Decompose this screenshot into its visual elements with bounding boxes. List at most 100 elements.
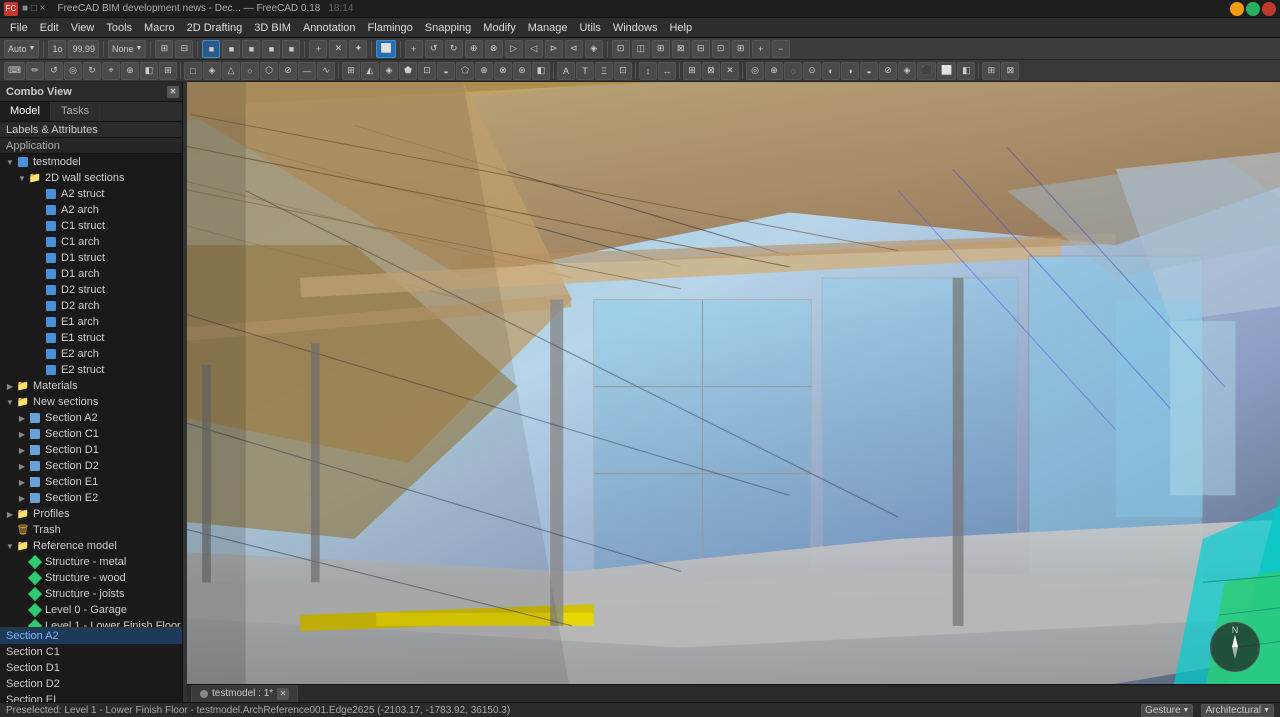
- bottom-section-d2[interactable]: Section D2: [0, 676, 182, 692]
- tree-item-struct-wood[interactable]: ▶ Structure - wood: [0, 570, 182, 586]
- tree-item-c1-arch[interactable]: ▶ C1 arch: [0, 234, 182, 250]
- tb-extra6[interactable]: ▷: [505, 40, 523, 58]
- tree-item-a2-struct[interactable]: ▶ A2 struct: [0, 186, 182, 202]
- tree-item-e1-arch[interactable]: ▶ E1 arch: [0, 314, 182, 330]
- tb-plus[interactable]: +: [309, 40, 327, 58]
- tree-item-e2-struct[interactable]: ▶ E2 struct: [0, 362, 182, 378]
- tb2-4[interactable]: ◎: [64, 62, 82, 80]
- tb-extra18[interactable]: +: [752, 40, 770, 58]
- tb-extra8[interactable]: ⊳: [545, 40, 563, 58]
- tb2-21[interactable]: ⬟: [399, 62, 417, 80]
- menu-edit[interactable]: Edit: [34, 20, 65, 36]
- maximize-btn[interactable]: [1246, 2, 1260, 16]
- tb-extra10[interactable]: ◈: [585, 40, 603, 58]
- tb2-7[interactable]: ⊕: [121, 62, 139, 80]
- tb-snap3[interactable]: ■: [242, 40, 260, 58]
- menu-utils[interactable]: Utils: [573, 20, 606, 36]
- menu-view[interactable]: View: [65, 20, 101, 36]
- tb2-39[interactable]: ⊕: [765, 62, 783, 80]
- tb2-14[interactable]: ⬡: [260, 62, 278, 80]
- tb-extra19[interactable]: −: [772, 40, 790, 58]
- tb-extra4[interactable]: ⊕: [465, 40, 483, 58]
- status-gesture-dropdown[interactable]: Gesture ▼: [1141, 704, 1194, 717]
- combo-close-btn[interactable]: ✕: [167, 86, 179, 98]
- tb2-35[interactable]: ⊞: [683, 62, 701, 80]
- tree-item-d2-struct[interactable]: ▶ D2 struct: [0, 282, 182, 298]
- tb2-46[interactable]: ◈: [898, 62, 916, 80]
- tb-star[interactable]: ✦: [349, 40, 367, 58]
- bottom-section-c1[interactable]: Section C1: [0, 644, 182, 660]
- tree-item-level0[interactable]: ▶ Level 0 - Garage: [0, 602, 182, 618]
- menu-flamingo[interactable]: Flamingo: [362, 20, 419, 36]
- tb2-24[interactable]: ⬠: [456, 62, 474, 80]
- tb2-42[interactable]: ◐: [822, 62, 840, 80]
- tab-tasks[interactable]: Tasks: [51, 102, 100, 121]
- tree-item-level1[interactable]: ▶ Level 1 - Lower Finish Floor: [0, 618, 182, 627]
- tree-item-reference[interactable]: ▼ 📁 Reference model: [0, 538, 182, 554]
- tree-item-trash[interactable]: ▶ 🗑 Trash: [0, 522, 182, 538]
- tb2-34[interactable]: ↔: [658, 62, 676, 80]
- tree-item-c1-struct[interactable]: ▶ C1 struct: [0, 218, 182, 234]
- tb-extra16[interactable]: ⊡: [712, 40, 730, 58]
- tb2-5[interactable]: ↻: [83, 62, 101, 80]
- tb2-22[interactable]: ⊡: [418, 62, 436, 80]
- tb2-37[interactable]: ✕: [721, 62, 739, 80]
- tb2-15[interactable]: ⊘: [279, 62, 297, 80]
- tb-extra13[interactable]: ⊞: [652, 40, 670, 58]
- minimize-btn[interactable]: [1230, 2, 1244, 16]
- tb-extra7[interactable]: ◁: [525, 40, 543, 58]
- tab-model[interactable]: Model: [0, 102, 51, 121]
- tb2-25[interactable]: ⊕: [475, 62, 493, 80]
- tree-item-struct-metal[interactable]: ▶ Structure - metal: [0, 554, 182, 570]
- tb2-1[interactable]: ⌨: [4, 62, 25, 80]
- tree-item-a2-arch[interactable]: ▶ A2 arch: [0, 202, 182, 218]
- tb2-36[interactable]: ⊠: [702, 62, 720, 80]
- tree-item-d2-arch[interactable]: ▶ D2 arch: [0, 298, 182, 314]
- tb-extra12[interactable]: ◫: [632, 40, 650, 58]
- tb-extra1[interactable]: +: [405, 40, 423, 58]
- tb2-48[interactable]: ⬜: [937, 62, 956, 80]
- tb2-27[interactable]: ⊛: [513, 62, 531, 80]
- tb-extra3[interactable]: ↻: [445, 40, 463, 58]
- menu-file[interactable]: File: [4, 20, 34, 36]
- tb2-19[interactable]: ◭: [361, 62, 379, 80]
- tb2-40[interactable]: ◌: [784, 62, 802, 80]
- tb-snap1[interactable]: ■: [202, 40, 220, 58]
- tb-snap5[interactable]: ■: [282, 40, 300, 58]
- tree-item-section-d1[interactable]: ▶ Section D1: [0, 442, 182, 458]
- tb2-30[interactable]: T: [576, 62, 594, 80]
- tb-grid2[interactable]: ⊟: [175, 40, 193, 58]
- menu-manage[interactable]: Manage: [522, 20, 574, 36]
- tb-extra9[interactable]: ⊲: [565, 40, 583, 58]
- tb-extra15[interactable]: ⊟: [692, 40, 710, 58]
- tree-item-2d-wall[interactable]: ▼ 📁 2D wall sections: [0, 170, 182, 186]
- toolbar-none-dropdown[interactable]: None ▼: [108, 40, 146, 58]
- tb2-10[interactable]: □: [184, 62, 202, 80]
- tree-item-new-sections[interactable]: ▼ 📁 New sections: [0, 394, 182, 410]
- tree-item-section-a2[interactable]: ▶ Section A2: [0, 410, 182, 426]
- tb-extra11[interactable]: ⊡: [612, 40, 630, 58]
- tree-item-e2-arch[interactable]: ▶ E2 arch: [0, 346, 182, 362]
- menu-tools[interactable]: Tools: [100, 20, 138, 36]
- menu-2d-drafting[interactable]: 2D Drafting: [181, 20, 249, 36]
- tb2-32[interactable]: ⊡: [614, 62, 632, 80]
- tb2-2[interactable]: ✏: [26, 62, 44, 80]
- menu-help[interactable]: Help: [663, 20, 698, 36]
- tb2-41[interactable]: ⊙: [803, 62, 821, 80]
- tb2-13[interactable]: ○: [241, 62, 259, 80]
- tb-grid[interactable]: ⊞: [155, 40, 173, 58]
- menu-macro[interactable]: Macro: [138, 20, 181, 36]
- tb2-49[interactable]: ◧: [957, 62, 975, 80]
- viewport-3d[interactable]: testmodel : 1* ✕ N: [187, 82, 1280, 702]
- tree-item-profiles[interactable]: ▶ 📁 Profiles: [0, 506, 182, 522]
- tb2-3[interactable]: ↺: [45, 62, 63, 80]
- viewport-tab-testmodel[interactable]: testmodel : 1* ✕: [191, 685, 298, 703]
- tb-view-toggle[interactable]: ⬜: [376, 40, 395, 58]
- tb-snap2[interactable]: ■: [222, 40, 240, 58]
- toolbar-auto-dropdown[interactable]: Auto ▼: [4, 40, 39, 58]
- tb2-11[interactable]: ◈: [203, 62, 221, 80]
- close-btn[interactable]: [1262, 2, 1276, 16]
- tb2-38[interactable]: ◎: [746, 62, 764, 80]
- tb2-6[interactable]: ⌖: [102, 62, 120, 80]
- tb2-29[interactable]: A: [557, 62, 575, 80]
